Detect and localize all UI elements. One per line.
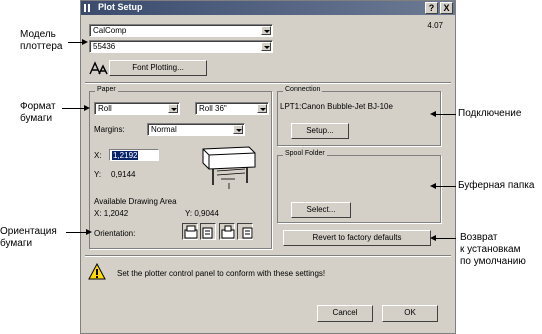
close-button[interactable]: X	[440, 2, 453, 14]
setup-button[interactable]: Setup...	[291, 123, 349, 139]
annotation-line: Возврат	[460, 232, 498, 243]
select-spool-button[interactable]: Select...	[291, 202, 351, 218]
plotter-illustration-icon	[202, 146, 256, 189]
chevron-down-icon[interactable]	[261, 26, 271, 35]
paper-y-label: Y:	[94, 170, 102, 179]
warning-message: Set the plotter control panel to conform…	[117, 269, 326, 278]
annotation-paper-format: Формат бумаги	[20, 101, 56, 125]
chevron-down-icon[interactable]	[233, 125, 243, 134]
connection-legend: Connection	[283, 86, 323, 93]
arrow-right-icon	[84, 105, 90, 111]
separator	[85, 255, 451, 257]
orientation-portrait-rotated-button[interactable]	[219, 223, 235, 240]
annotation-arrow	[66, 232, 86, 233]
chevron-down-icon[interactable]	[261, 42, 271, 51]
paper-type-value: Roll	[98, 104, 112, 113]
version-label: 4.07	[427, 21, 443, 30]
paper-type-select[interactable]: Roll	[94, 102, 180, 115]
chevron-down-icon[interactable]	[168, 104, 178, 113]
annotation-connection: Подключение	[458, 108, 522, 119]
margins-label: Margins:	[94, 125, 125, 134]
arrow-right-icon	[82, 39, 88, 45]
plotter-app-icon	[84, 4, 90, 12]
revert-defaults-button[interactable]: Revert to factory defaults	[283, 230, 431, 246]
annotation-line: к установкам	[460, 244, 521, 255]
available-area-title: Available Drawing Area	[94, 197, 177, 206]
font-plotting-icon	[89, 61, 108, 75]
paper-y-value: 0,9144	[111, 170, 136, 179]
annotation-arrow	[436, 114, 456, 115]
annotation-arrow	[62, 108, 84, 109]
orientation-label: Orientation:	[94, 229, 136, 238]
paper-x-value: 1,2192	[112, 151, 139, 160]
annotation-line: плоттера	[20, 41, 63, 52]
orientation-landscape-icon	[202, 227, 213, 239]
paper-x-input[interactable]: 1,2192	[109, 149, 159, 161]
dialog-title: Plot Setup	[98, 2, 143, 12]
annotation-plotter-model: Модель плоттера	[20, 29, 62, 53]
paper-x-label: X:	[94, 151, 102, 160]
warning-icon	[88, 263, 106, 280]
annotation-arrow	[436, 238, 456, 239]
model-value: 55436	[93, 42, 116, 51]
spool-folder-legend: Spool Folder	[283, 150, 327, 157]
annotation-line: бумаги	[20, 113, 53, 124]
annotation-line: Формат	[20, 101, 56, 112]
annotation-buffer: Буферная папка	[458, 180, 535, 191]
font-plotting-button[interactable]: Font Plotting...	[109, 60, 207, 76]
annotation-line: бумаги	[0, 238, 33, 249]
help-button[interactable]: ?	[425, 2, 438, 14]
annotation-line: Ориентация	[0, 226, 57, 237]
paper-size-select[interactable]: Roll 36"	[195, 102, 269, 115]
connection-port: LPT1:Canon Bubble-Jet BJ-10e	[280, 102, 393, 111]
margins-value: Normal	[151, 125, 177, 134]
manufacturer-select[interactable]: CalComp	[89, 24, 273, 37]
annotation-line: по умолчанию	[460, 256, 526, 267]
annotation-line: Модель	[20, 29, 56, 40]
orientation-portrait-icon	[184, 225, 198, 239]
annotation-orientation: Ориентация бумаги	[0, 226, 57, 250]
margins-select[interactable]: Normal	[147, 123, 245, 136]
annotation-revert: Возврат к установкам по умолчанию	[460, 232, 526, 268]
model-select[interactable]: 55436	[89, 40, 273, 53]
plot-setup-dialog: Plot Setup ? X 4.07 CalComp 55436 Font P…	[80, 0, 456, 334]
cancel-button[interactable]: Cancel	[317, 305, 373, 322]
manufacturer-value: CalComp	[93, 26, 127, 35]
annotation-arrow	[436, 186, 456, 187]
orientation-landscape-rotated-icon	[242, 227, 253, 239]
paper-legend: Paper	[95, 86, 118, 93]
orientation-portrait-rotated-icon	[221, 225, 235, 239]
paper-size-value: Roll 36"	[199, 104, 227, 113]
titlebar[interactable]: Plot Setup ? X	[81, 1, 455, 15]
available-area-x: X: 1,2042	[94, 209, 129, 218]
arrow-right-icon	[86, 229, 92, 235]
chevron-down-icon[interactable]	[257, 104, 267, 113]
separator	[85, 82, 451, 84]
orientation-portrait-button[interactable]	[182, 223, 198, 240]
annotation-arrow	[68, 42, 82, 43]
orientation-landscape-rotated-button[interactable]	[237, 223, 253, 240]
available-area-y: Y: 0,9044	[185, 209, 219, 218]
ok-button[interactable]: OK	[382, 305, 438, 322]
orientation-landscape-button[interactable]	[200, 223, 216, 240]
